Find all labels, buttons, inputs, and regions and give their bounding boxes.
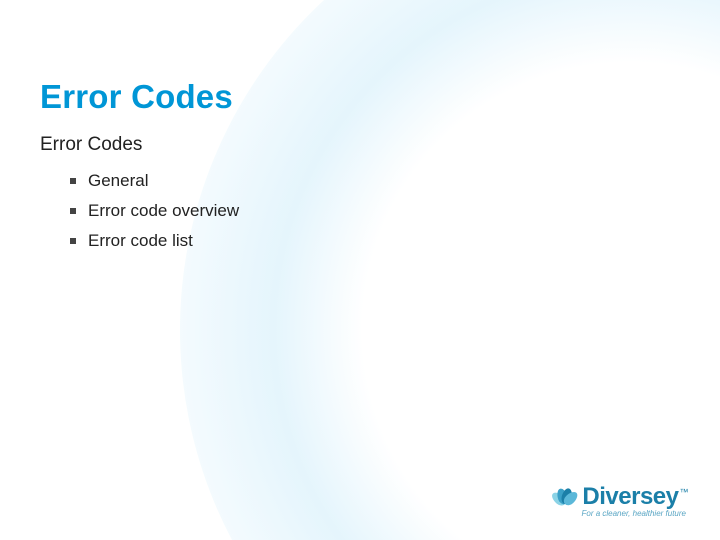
- logo-text: Diversey™: [582, 483, 688, 511]
- list-item: Error code overview: [70, 196, 680, 226]
- page-title: Error Codes: [40, 78, 680, 116]
- list-item: General: [70, 166, 680, 196]
- bullet-list: General Error code overview Error code l…: [40, 166, 680, 256]
- page-subtitle: Error Codes: [40, 134, 680, 156]
- list-item: Error code list: [70, 226, 680, 256]
- logo-tagline: For a cleaner, healthier future: [550, 509, 688, 518]
- flower-icon: [550, 484, 580, 510]
- brand-logo: Diversey™ For a cleaner, healthier futur…: [550, 483, 688, 518]
- logo-main: Diversey™: [550, 483, 688, 511]
- slide-content: Error Codes Error Codes General Error co…: [0, 0, 720, 540]
